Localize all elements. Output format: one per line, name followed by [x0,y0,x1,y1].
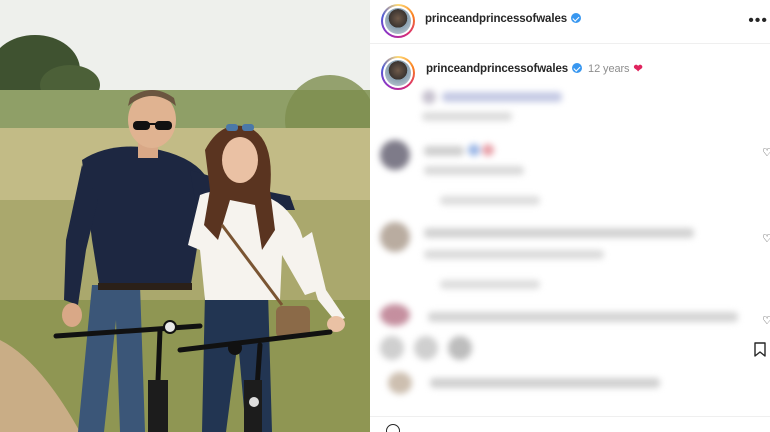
caption-time: 12 years [588,63,630,75]
caption-text: princeandprincessofwales 12 years ❤ [426,62,643,75]
profile-avatar[interactable] [381,4,415,38]
action-bar [370,334,770,364]
bookmark-icon[interactable] [754,342,766,357]
post-photo [0,0,370,432]
avatar-image [385,60,411,86]
comment-blurred [380,140,560,216]
heart-emoji: ❤ [633,63,643,75]
header-username-row: princeandprincessofwales [425,13,582,25]
post-sidebar: princeandprincessofwales ••• princeandpr… [370,0,770,432]
comment-blurred [380,304,750,332]
avatar-image [385,8,411,34]
comment-blurred [380,222,710,298]
heart-outline-icon[interactable]: ♡ [762,146,770,159]
verified-badge-icon [572,63,583,73]
more-options-icon[interactable]: ••• [748,12,768,30]
verified-badge-icon [571,13,582,23]
comment-blurred [422,88,582,128]
post-header: princeandprincessofwales ••• [370,0,770,44]
photo-scene [0,0,370,432]
divider [370,416,770,417]
header-username[interactable]: princeandprincessofwales [425,13,567,25]
heart-outline-icon[interactable]: ♡ [762,314,770,327]
heart-outline-icon[interactable]: ♡ [762,232,770,245]
caption-row: princeandprincessofwales 12 years ❤ [370,50,770,90]
emoji-icon[interactable] [386,424,400,432]
likes-summary-blurred [388,370,668,400]
caption-username[interactable]: princeandprincessofwales [426,63,568,75]
caption-avatar[interactable] [381,56,415,90]
